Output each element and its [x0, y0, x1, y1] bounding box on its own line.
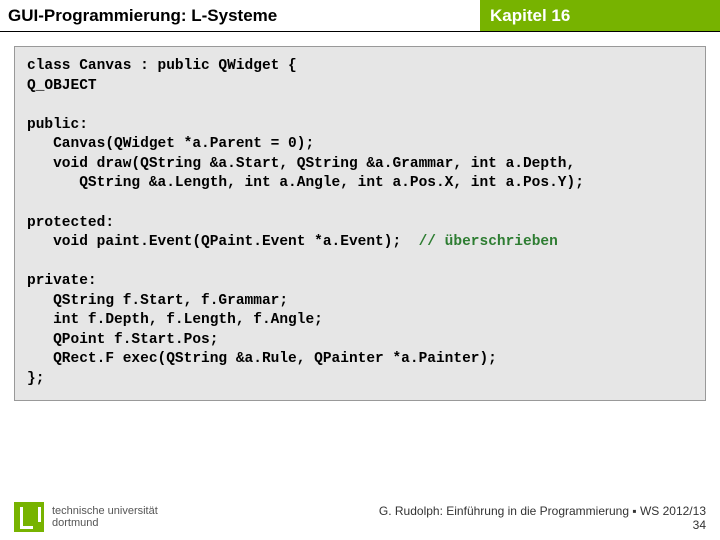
slide-credit: G. Rudolph: Einführung in die Programmie…: [379, 504, 706, 532]
page-number: 34: [379, 518, 706, 532]
uni-line1: technische universität: [52, 505, 158, 517]
code-line: QRect.F exec(QString &a.Rule, QPainter *…: [27, 351, 497, 367]
code-line: void draw(QString &a.Start, QString &a.G…: [27, 156, 575, 172]
code-line: Canvas(QWidget *a.Parent = 0);: [27, 136, 314, 152]
code-line: private:: [27, 273, 97, 289]
code-line: };: [27, 371, 44, 387]
header-title-right: Kapitel 16: [480, 0, 720, 31]
header-title-left: GUI-Programmierung: L-Systeme: [0, 0, 480, 31]
slide-footer: technische universität dortmund G. Rudol…: [0, 502, 720, 532]
uni-line2: dortmund: [52, 517, 158, 529]
code-line: QString f.Start, f.Grammar;: [27, 293, 288, 309]
code-line: void paint.Event(QPaint.Event *a.Event);: [27, 234, 419, 250]
code-line: class Canvas : public QWidget {: [27, 58, 297, 74]
slide-header: GUI-Programmierung: L-Systeme Kapitel 16: [0, 0, 720, 32]
code-block: class Canvas : public QWidget { Q_OBJECT…: [14, 46, 706, 401]
tu-logo-icon: [14, 502, 44, 532]
code-line: Q_OBJECT: [27, 78, 97, 94]
code-line: public:: [27, 117, 88, 133]
credit-text: G. Rudolph: Einführung in die Programmie…: [379, 504, 706, 518]
code-comment: // überschrieben: [419, 234, 558, 250]
university-logo: technische universität dortmund: [14, 502, 158, 532]
code-line: int f.Depth, f.Length, f.Angle;: [27, 312, 323, 328]
university-name: technische universität dortmund: [52, 505, 158, 529]
code-line: QPoint f.Start.Pos;: [27, 332, 218, 348]
code-line: QString &a.Length, int a.Angle, int a.Po…: [27, 175, 584, 191]
code-line: protected:: [27, 215, 114, 231]
